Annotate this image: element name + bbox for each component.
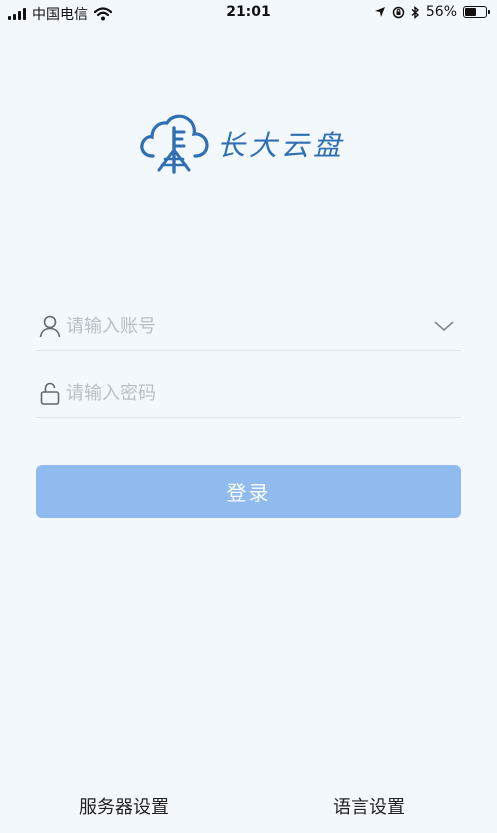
user-icon (39, 315, 61, 338)
cloud-logo-icon (140, 114, 209, 174)
app-logo: 长大云盘 (137, 112, 345, 176)
status-bar-right: 56% (374, 4, 490, 20)
bluetooth-icon (411, 5, 419, 19)
language-settings-link[interactable]: 语言设置 (333, 793, 405, 819)
location-arrow-icon (374, 7, 385, 17)
password-field[interactable] (36, 369, 461, 418)
login-button[interactable]: 登录 (36, 465, 461, 518)
account-input[interactable] (66, 315, 433, 337)
battery-percent: 56% (425, 4, 457, 20)
lock-icon (40, 382, 60, 405)
app-name: 长大云盘 (217, 129, 346, 162)
account-field[interactable] (36, 302, 461, 351)
server-settings-link[interactable]: 服务器设置 (79, 793, 169, 819)
chevron-down-icon[interactable] (433, 315, 455, 337)
battery-fill (465, 8, 477, 16)
rotation-lock-icon (392, 6, 405, 18)
password-input[interactable] (66, 382, 461, 404)
battery-icon (463, 6, 490, 18)
status-bar: 中国电信 21:01 56% (0, 0, 497, 26)
